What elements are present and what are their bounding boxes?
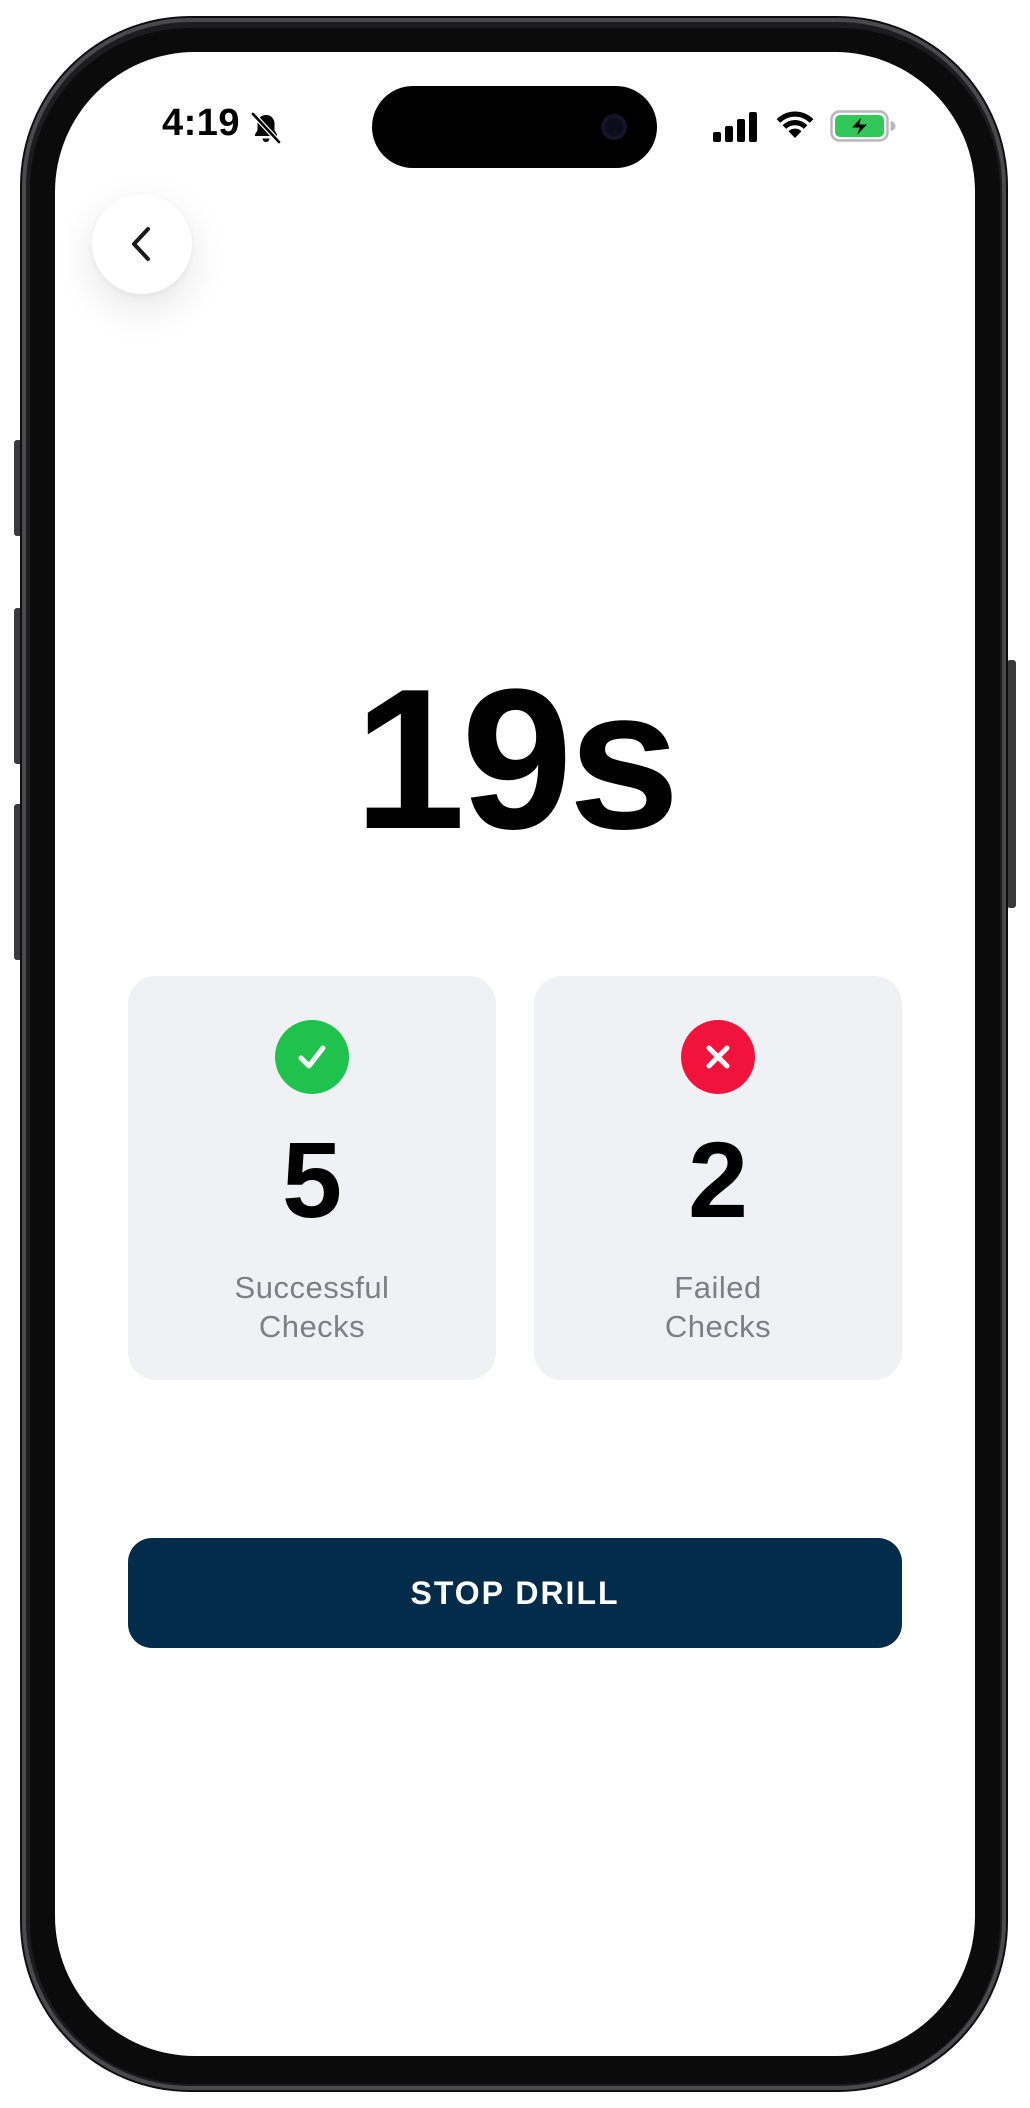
page: 4:19 19s 5 Successful Checks 2 Failed Ch… [0,0,1030,2108]
failure-indicator [681,1020,755,1094]
x-mark-icon [706,1045,730,1069]
checkmark-icon [298,1045,326,1069]
failed-checks-label: Failed Checks [534,1268,902,1346]
camera-icon [601,114,627,140]
cellular-signal-icon [713,112,757,142]
success-indicator [275,1020,349,1094]
successful-checks-card: 5 Successful Checks [128,976,496,1380]
successful-checks-label-line1: Successful [234,1270,390,1305]
failed-checks-label-line2: Checks [664,1309,772,1344]
chevron-left-icon [132,227,150,261]
failed-checks-count: 2 [687,1119,749,1240]
status-time: 4:19 [162,102,241,144]
drill-timer: 19s [354,648,680,871]
wifi-icon [776,111,814,138]
successful-checks-label: Successful Checks [128,1268,496,1346]
failed-checks-card: 2 Failed Checks [534,976,902,1380]
bell-slash-icon [250,111,282,145]
back-button[interactable] [92,194,192,294]
battery-charging-icon [830,110,896,142]
dynamic-island [372,86,657,168]
successful-checks-count: 5 [281,1119,343,1240]
stop-drill-button[interactable]: STOP DRILL [128,1538,902,1648]
successful-checks-label-line2: Checks [258,1309,366,1344]
failed-checks-label-line1: Failed [674,1270,762,1305]
